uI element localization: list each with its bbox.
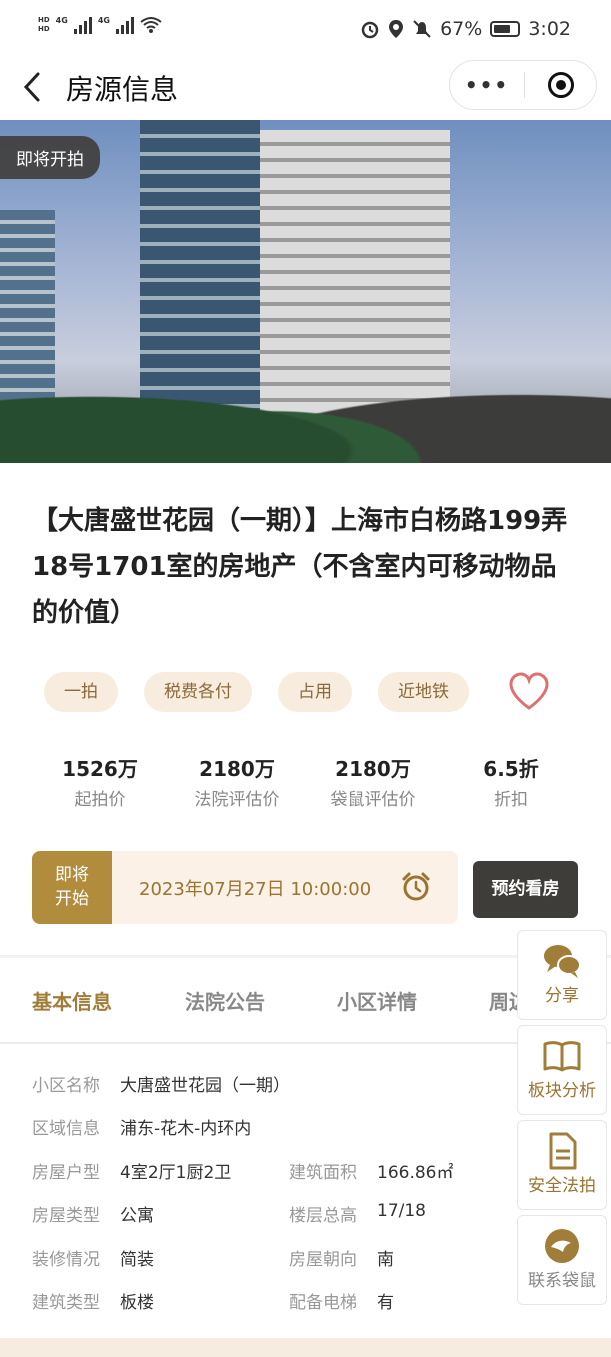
trees-image	[0, 343, 611, 463]
info-label: 配备电梯	[289, 1293, 357, 1313]
info-value: 17/18	[377, 1201, 426, 1221]
info-building-type: 建筑类型 板楼	[32, 1288, 154, 1328]
close-button[interactable]	[525, 72, 596, 98]
bottom-bar-edge	[0, 1338, 611, 1357]
property-title: 【大唐盛世花园（一期）】上海市白杨路199弄18号1701室的房地产（不含室内可…	[32, 506, 568, 628]
mute-bell-icon	[413, 20, 431, 38]
info-build-area: 建筑面积 166.86㎡	[289, 1158, 453, 1198]
stat-label: 折扣	[494, 790, 528, 810]
nav-bar: 房源信息 •••	[0, 60, 611, 120]
stat-value: 6.5折	[483, 757, 539, 781]
status-bar: HD HD 4G 4G 67% 3:02	[0, 0, 611, 60]
auction-status-badge: 即将开拍	[0, 136, 100, 179]
stat-discount: 6.5折 折扣	[442, 755, 580, 817]
network-indicators: HD HD 4G 4G	[38, 16, 162, 34]
info-label: 建筑面积	[289, 1163, 357, 1183]
property-photo[interactable]: 即将开拍	[0, 120, 611, 463]
more-button[interactable]: •••	[450, 73, 524, 97]
location-icon	[389, 20, 404, 38]
info-value: 有	[377, 1293, 394, 1313]
auction-start-tag: 即将 开始	[32, 851, 112, 924]
price-stats: 1526万 起拍价 2180万 法院评估价 2180万 袋鼠评估价 6.5折 折…	[30, 755, 580, 817]
status-right: 67% 3:02	[360, 18, 571, 40]
battery-icon	[490, 21, 521, 37]
info-label: 楼层总高	[289, 1206, 357, 1226]
info-value: 简装	[120, 1250, 154, 1270]
info-value: 浦东-花木-内环内	[120, 1119, 252, 1139]
stat-label: 法院评估价	[194, 790, 280, 810]
mini-program-capsule: •••	[449, 60, 597, 110]
block-analysis-button[interactable]: 板块分析	[517, 1025, 607, 1115]
info-label: 房屋朝向	[289, 1250, 357, 1270]
info-label: 小区名称	[32, 1076, 100, 1096]
info-label: 建筑类型	[32, 1293, 100, 1313]
tab-court-notice[interactable]: 法院公告	[185, 986, 265, 1015]
share-button[interactable]: 分享	[517, 930, 607, 1020]
stat-label: 起拍价	[74, 790, 126, 810]
info-floors: 楼层总高 17/18	[289, 1201, 426, 1241]
info-value: 大唐盛世花园（一期）	[120, 1076, 290, 1096]
info-value: 4室2厅1厨2卫	[120, 1163, 232, 1183]
back-arrow-icon[interactable]	[22, 70, 42, 111]
info-house-type: 房屋类型 公寓	[32, 1201, 154, 1241]
wifi-icon	[140, 17, 162, 33]
auction-status-line1: 即将	[55, 865, 89, 885]
stat-value: 1526万	[62, 757, 138, 781]
stat-value: 2180万	[199, 757, 275, 781]
stat-court-valuation: 2180万 法院评估价	[170, 755, 304, 817]
tag-first-auction: 一拍	[44, 672, 118, 712]
hd-icon: HD HD	[38, 16, 50, 33]
auction-countdown: 即将 开始 2023年07月27日 10:00:00	[32, 851, 458, 924]
stat-kangaroo-valuation: 2180万 袋鼠评估价	[304, 755, 442, 817]
info-value: 公寓	[120, 1206, 154, 1226]
contact-kangaroo-button[interactable]: 联系袋鼠	[517, 1215, 607, 1305]
info-value: 166.86㎡	[377, 1163, 454, 1183]
info-layout: 房屋户型 4室2厅1厨2卫	[32, 1158, 231, 1198]
info-label: 装修情况	[32, 1250, 100, 1270]
info-area: 区域信息 浦东-花木-内环内	[32, 1114, 251, 1154]
auction-start-time: 2023年07月27日 10:00:00	[139, 879, 372, 900]
block-analysis-label: 板块分析	[528, 1081, 596, 1101]
battery-percent: 67%	[440, 18, 483, 40]
stat-label: 袋鼠评估价	[330, 790, 416, 810]
favorite-heart-icon[interactable]	[508, 672, 550, 712]
safe-auction-button[interactable]: 安全法拍	[517, 1120, 607, 1210]
info-label: 房屋户型	[32, 1163, 100, 1183]
page-title: 房源信息	[66, 73, 179, 106]
book-viewing-button[interactable]: 预约看房	[473, 861, 578, 918]
auction-status-line2: 开始	[55, 889, 89, 909]
tag-list: 一拍 税费各付 占用 近地铁	[44, 672, 469, 712]
target-icon	[547, 72, 574, 98]
alarm-clock-icon[interactable]	[400, 871, 432, 903]
contact-label: 联系袋鼠	[528, 1271, 596, 1291]
info-value: 南	[377, 1250, 394, 1270]
safe-auction-label: 安全法拍	[528, 1176, 596, 1196]
tab-basic-info[interactable]: 基本信息	[32, 986, 112, 1015]
info-value: 板楼	[120, 1293, 154, 1313]
stat-value: 2180万	[335, 757, 411, 781]
share-label: 分享	[545, 986, 579, 1006]
tab-community-details[interactable]: 小区详情	[337, 986, 417, 1015]
kangaroo-logo-icon	[545, 1229, 579, 1263]
info-decoration: 装修情况 简装	[32, 1245, 154, 1285]
chat-bubbles-icon	[544, 945, 581, 978]
alarm-icon	[361, 21, 379, 39]
clock-time: 3:02	[528, 18, 571, 40]
signal-icon	[115, 16, 134, 34]
info-label: 区域信息	[32, 1119, 100, 1139]
signal-icon	[73, 16, 92, 34]
tag-occupied: 占用	[278, 672, 352, 712]
tag-near-subway: 近地铁	[378, 672, 469, 712]
info-label: 房屋类型	[32, 1206, 100, 1226]
stat-starting-price: 1526万 起拍价	[30, 755, 170, 817]
info-elevator: 配备电梯 有	[289, 1288, 394, 1328]
info-community-name: 小区名称 大唐盛世花园（一期）	[32, 1071, 290, 1111]
tag-tax: 税费各付	[144, 672, 252, 712]
open-book-icon	[543, 1041, 581, 1072]
document-icon	[549, 1132, 577, 1170]
info-orientation: 房屋朝向 南	[289, 1245, 394, 1285]
